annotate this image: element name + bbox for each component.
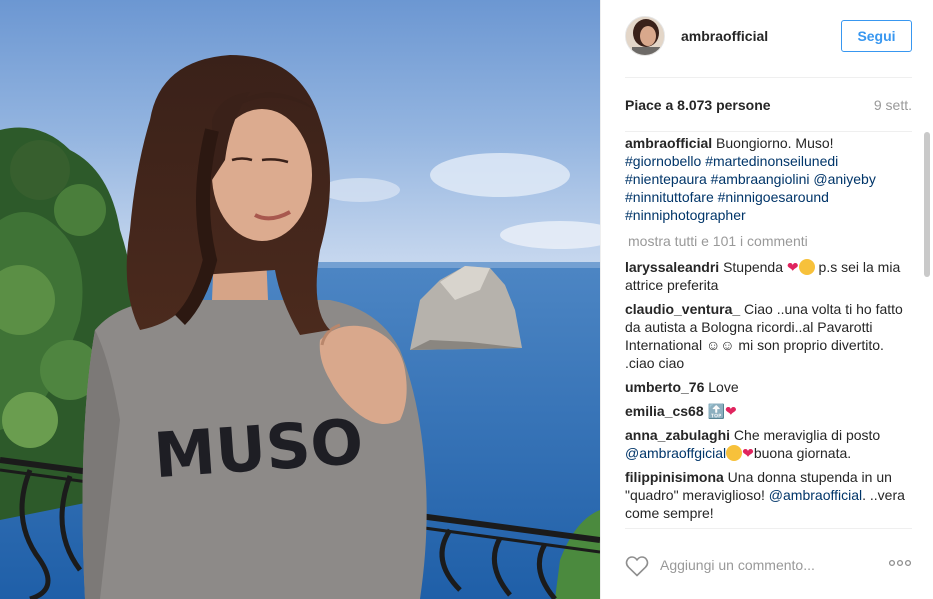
comments-scrollbar[interactable] <box>924 132 930 277</box>
comment-username[interactable]: umberto_76 <box>625 379 704 395</box>
heart-outline-icon[interactable] <box>625 555 649 577</box>
likes-row: Piace a 8.073 persone 9 sett. <box>625 78 912 132</box>
more-options-icon[interactable] <box>888 557 912 569</box>
mention[interactable]: @ambraoffgicial <box>625 445 726 461</box>
comment-text: Che meraviglia di posto <box>733 427 881 443</box>
heart-eyes-emoji-icon <box>798 259 815 275</box>
comment-username[interactable]: anna_zabulaghi <box>625 427 730 443</box>
mention[interactable]: @aniyeby <box>813 171 875 187</box>
show-all-comments-link[interactable]: mostra tutti e 101 i commenti <box>625 232 912 250</box>
photo-scene: MUSO <box>0 0 600 599</box>
heart-emoji-icon: ❤ <box>786 259 799 275</box>
comment-text: Stupenda <box>723 259 787 275</box>
hashtag[interactable]: #ninnigoesaround <box>718 189 829 205</box>
hashtag[interactable]: #ambraangiolini <box>711 171 810 187</box>
avatar-image <box>626 17 664 55</box>
hashtag[interactable]: #martedinonseilunedi <box>705 153 838 169</box>
post-details-panel: ambraofficial Segui Piace a 8.073 person… <box>600 0 933 599</box>
comment-text: Love <box>708 379 739 395</box>
post-photo[interactable]: MUSO <box>0 0 600 599</box>
comment-text: buona giornata. <box>753 445 852 461</box>
comment: umberto_76 Love <box>625 378 912 396</box>
sweater-text: MUSO <box>152 405 366 492</box>
hashtag[interactable]: #ninnituttofare <box>625 189 714 205</box>
heart-emoji-icon: ❤ <box>742 445 754 461</box>
post-caption: ambraofficial Buongiorno. Muso! #giornob… <box>625 134 912 224</box>
comment: claudio_ventura_ Ciao ..una volta ti ho … <box>625 300 912 372</box>
post-header: ambraofficial Segui <box>625 0 912 78</box>
comment-footer <box>625 528 912 599</box>
hashtag[interactable]: #ninniphotographer <box>625 207 746 223</box>
hashtag[interactable]: #nientepaura <box>625 171 707 187</box>
comment: anna_zabulaghi Che meraviglia di posto @… <box>625 426 912 462</box>
comment: laryssaleandri Stupenda ❤ p.s sei la mia… <box>625 258 912 294</box>
comment-username[interactable]: claudio_ventura_ <box>625 301 740 317</box>
mention[interactable]: @ambraofficial <box>769 487 862 503</box>
smile-emoji-icon <box>726 445 743 461</box>
follow-button[interactable]: Segui <box>841 20 912 52</box>
caption-text: Buongiorno. Muso! <box>716 135 834 151</box>
likes-count[interactable]: Piace a 8.073 persone <box>625 97 771 113</box>
avatar[interactable] <box>625 16 665 56</box>
comment: emilia_cs68 🔝❤ <box>625 402 912 420</box>
caption-username[interactable]: ambraofficial <box>625 135 712 151</box>
add-comment-input[interactable] <box>660 553 880 577</box>
hashtag[interactable]: #giornobello <box>625 153 701 169</box>
comments-list[interactable]: ambraofficial Buongiorno. Muso! #giornob… <box>625 132 912 528</box>
comment: filippinisimona Una donna stupenda in un… <box>625 468 912 522</box>
comment-username[interactable]: emilia_cs68 <box>625 403 704 419</box>
comment-username[interactable]: filippinisimona <box>625 469 724 485</box>
comment-text: 🔝❤ <box>707 403 737 419</box>
post-time[interactable]: 9 sett. <box>874 97 912 113</box>
comment-username[interactable]: laryssaleandri <box>625 259 719 275</box>
username[interactable]: ambraofficial <box>681 28 768 44</box>
